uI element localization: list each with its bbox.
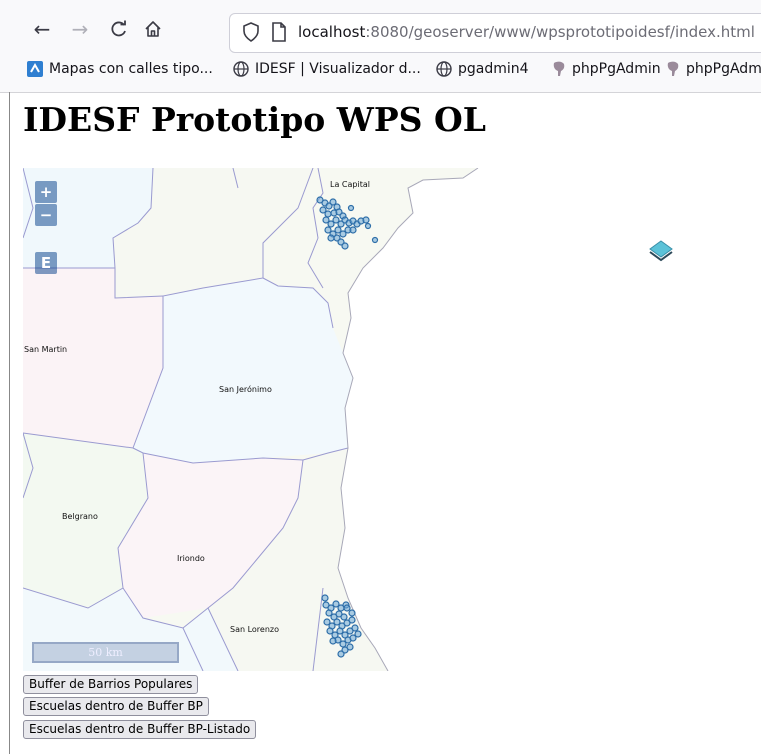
browser-chrome: ← → localhost:8080/geoserver/www/wpsprot… — [0, 0, 761, 93]
elephant-icon — [553, 61, 565, 76]
barrio-point — [321, 594, 329, 602]
label-san-lorenzo: San Lorenzo — [230, 625, 279, 634]
bookmark-label: IDESF | Visualizador d... — [255, 61, 421, 77]
barrio-point — [371, 236, 379, 244]
label-san-jeronimo: San Jerónimo — [219, 384, 272, 394]
barrio-point — [348, 616, 356, 624]
globe-icon — [233, 61, 249, 77]
zoom-out-button[interactable]: − — [35, 204, 57, 226]
address-bar[interactable]: localhost:8080/geoserver/www/wpsprototip… — [229, 13, 761, 53]
bookmark-label: phpPgAdmin — [572, 61, 661, 77]
bookmark-phppgadmin[interactable]: phpPgAdmin — [552, 61, 661, 77]
url-path: :8080/geoserver/www/wpsprototipoidesf/in… — [365, 23, 755, 41]
url-host: localhost — [298, 23, 366, 41]
zoom-extent-button[interactable]: E — [35, 252, 57, 274]
label-belgrano: Belgrano — [62, 512, 98, 521]
scale-line: 50 km — [32, 642, 179, 663]
label-iriondo: Iriondo — [177, 554, 205, 563]
zoom-in-button[interactable]: + — [35, 181, 57, 203]
barrio-point — [354, 630, 362, 638]
home-icon — [145, 21, 161, 37]
buffer-barrios-button[interactable]: Buffer de Barrios Populares — [23, 675, 199, 694]
page-title: IDESF Prototipo WPS OL — [23, 100, 486, 139]
barrio-point — [346, 643, 354, 651]
barrio-point — [329, 637, 337, 645]
page-icon — [272, 22, 286, 42]
barrio-point — [348, 609, 356, 617]
dept-san-jeronimo — [133, 278, 353, 463]
barrio-point — [364, 222, 372, 230]
reload-icon — [111, 20, 126, 37]
barrio-point — [324, 210, 332, 218]
page-border — [9, 92, 10, 754]
map-viewport[interactable]: La Capital San Martin San Jerónimo Belgr… — [23, 168, 743, 671]
barrio-point — [340, 613, 348, 621]
bookmark-mapas[interactable]: Mapas con calles tipo... — [27, 61, 213, 77]
label-la-capital: La Capital — [330, 180, 370, 189]
forward-arrow-icon: → — [71, 17, 89, 41]
barrio-point — [347, 204, 355, 212]
barrio-point — [349, 226, 357, 234]
forward-button[interactable]: → — [65, 14, 95, 44]
url-text[interactable]: localhost:8080/geoserver/www/wpsprototip… — [298, 23, 755, 41]
bookmark-pgadmin4[interactable]: pgadmin4 — [436, 61, 529, 77]
bookmark-label: Mapas con calles tipo... — [49, 61, 213, 77]
bookmarks-bar: Mapas con calles tipo... IDESF | Visuali… — [0, 58, 761, 86]
map-icon — [27, 61, 43, 77]
barrio-point — [341, 242, 349, 250]
barrio-point — [343, 604, 351, 612]
elephant-icon — [667, 61, 679, 76]
back-button[interactable]: ← — [27, 14, 57, 44]
barrio-point — [362, 216, 370, 224]
shield-icon — [243, 22, 259, 42]
bookmark-label: phpPgAdmi — [686, 61, 761, 77]
escuelas-listado-button[interactable]: Escuelas dentro de Buffer BP-Listado — [23, 720, 257, 739]
bookmark-label: pgadmin4 — [458, 61, 529, 77]
reload-button[interactable] — [104, 14, 134, 44]
home-button[interactable] — [138, 14, 168, 44]
back-arrow-icon: ← — [33, 17, 51, 41]
globe-icon — [436, 61, 452, 77]
bookmark-phppgadmin-2[interactable]: phpPgAdmi — [666, 61, 761, 77]
escuelas-buffer-button[interactable]: Escuelas dentro de Buffer BP — [23, 697, 209, 716]
bookmark-idesf[interactable]: IDESF | Visualizador d... — [233, 61, 421, 77]
department-map: La Capital San Martin San Jerónimo Belgr… — [23, 168, 673, 671]
barrio-point — [327, 234, 335, 242]
layer-stack-icon[interactable] — [649, 240, 673, 262]
barrio-point — [351, 624, 359, 632]
label-san-martin: San Martin — [24, 345, 67, 354]
barrio-point — [337, 650, 345, 658]
